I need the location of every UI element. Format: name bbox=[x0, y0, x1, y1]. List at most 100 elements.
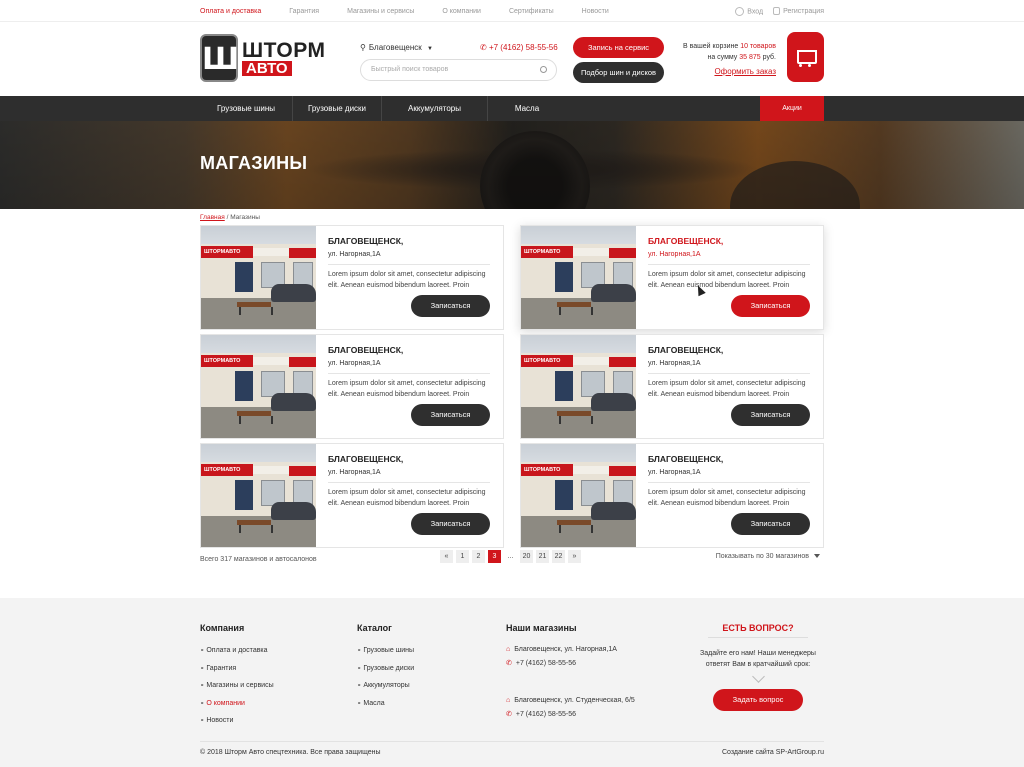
location-pin-icon: ⚲ bbox=[360, 43, 366, 52]
footer: Компания Оплата и доставка Гарантия Мага… bbox=[0, 598, 1024, 767]
top-link-delivery[interactable]: Оплата и доставка bbox=[200, 8, 261, 15]
logo-text: ШТОРМ АВТО bbox=[242, 40, 325, 76]
store-sign: ШТОРМАВТО bbox=[521, 464, 573, 476]
search-icon[interactable] bbox=[540, 66, 547, 73]
footer-link-truck-wheels[interactable]: Грузовые диски bbox=[357, 664, 414, 672]
page-prev-button[interactable]: « bbox=[440, 550, 453, 563]
store-photo[interactable]: ШТОРМАВТО bbox=[521, 226, 636, 329]
footer-link-news[interactable]: Новости bbox=[200, 716, 274, 724]
banner-overlay bbox=[0, 121, 1024, 209]
nav-item-oils[interactable]: Масла bbox=[488, 96, 566, 121]
phone-icon: ✆ bbox=[480, 43, 489, 52]
chevron-down-icon bbox=[814, 554, 820, 559]
shop-phone-text: +7 (4162) 58-55-56 bbox=[515, 660, 577, 667]
phone-icon: ✆ bbox=[506, 711, 512, 718]
login-label: Вход bbox=[747, 7, 764, 15]
top-link-certificates[interactable]: Сертификаты bbox=[509, 8, 554, 15]
ask-question-block: ЕСТЬ ВОПРОС? Задайте его нам! Наши менед… bbox=[698, 623, 818, 711]
page-button[interactable]: 22 bbox=[552, 550, 565, 563]
footer-shop-address: ⌂ Благовещенск, ул. Нагорная,1А bbox=[506, 646, 635, 653]
store-photo[interactable]: ШТОРМАВТО bbox=[201, 444, 316, 547]
signup-button[interactable]: Записаться bbox=[411, 513, 490, 535]
checkout-link[interactable]: Оформить заказ bbox=[672, 66, 776, 77]
nav-item-batteries[interactable]: Аккумуляторы bbox=[382, 96, 488, 121]
signup-button[interactable]: Записаться bbox=[731, 295, 810, 317]
store-photo[interactable]: ШТОРМАВТО bbox=[201, 226, 316, 329]
top-links: Оплата и доставка Гарантия Магазины и се… bbox=[200, 8, 637, 15]
store-photo[interactable]: ШТОРМАВТО bbox=[521, 444, 636, 547]
store-sign: ШТОРМАВТО bbox=[201, 246, 253, 258]
store-photo[interactable]: ШТОРМАВТО bbox=[521, 335, 636, 438]
page-ellipsis: ... bbox=[507, 553, 514, 560]
footer-link-warranty[interactable]: Гарантия bbox=[200, 664, 274, 672]
breadcrumb-home[interactable]: Главная bbox=[200, 214, 225, 221]
store-card: ШТОРМАВТО БЛАГОВЕЩЕНСК, ул. Нагорная,1А … bbox=[200, 334, 504, 439]
signup-button[interactable]: Записаться bbox=[731, 404, 810, 426]
store-address: ул. Нагорная,1А bbox=[648, 469, 810, 483]
store-address: ул. Нагорная,1А bbox=[328, 360, 490, 374]
ask-title: ЕСТЬ ВОПРОС? bbox=[708, 623, 808, 638]
phone-icon: ✆ bbox=[506, 660, 512, 667]
store-info: БЛАГОВЕЩЕНСК, ул. Нагорная,1А Lorem ipsu… bbox=[328, 236, 490, 291]
footer-catalog: Каталог Грузовые шины Грузовые диски Акк… bbox=[357, 623, 414, 716]
signup-button[interactable]: Записаться bbox=[411, 295, 490, 317]
search-input[interactable]: Быстрый поиск товаров bbox=[360, 59, 557, 81]
logo-mark-icon bbox=[200, 34, 238, 82]
footer-shop-address: ⌂ Благовещенск, ул. Студенческая, 6/5 bbox=[506, 697, 635, 704]
page-button[interactable]: 20 bbox=[520, 550, 533, 563]
ask-text: Задайте его нам! Наши менеджеры ответят … bbox=[700, 650, 816, 668]
page-title: МАГАЗИНЫ bbox=[200, 153, 308, 173]
footer-link-about[interactable]: О компании bbox=[200, 699, 274, 707]
cart-button[interactable] bbox=[787, 32, 824, 82]
footer-link-truck-tires[interactable]: Грузовые шины bbox=[357, 646, 414, 654]
top-link-warranty[interactable]: Гарантия bbox=[289, 8, 319, 15]
footer-link-stores[interactable]: Магазины и сервисы bbox=[200, 681, 273, 689]
nav-item-truck-wheels[interactable]: Грузовые диски bbox=[293, 96, 382, 121]
page-button[interactable]: 1 bbox=[456, 550, 469, 563]
signup-button[interactable]: Записаться bbox=[731, 513, 810, 535]
footer-link-delivery[interactable]: Оплата и доставка bbox=[200, 646, 274, 654]
top-link-about[interactable]: О компании bbox=[442, 8, 481, 15]
page-button-current[interactable]: 3 bbox=[488, 550, 501, 563]
city-selector[interactable]: ⚲ Благовещенск ▼ bbox=[360, 43, 433, 52]
top-link-news[interactable]: Новости bbox=[582, 8, 609, 15]
store-photo[interactable]: ШТОРМАВТО bbox=[201, 335, 316, 438]
breadcrumb: Главная / Магазины bbox=[200, 214, 824, 225]
store-info: БЛАГОВЕЩЕНСК, ул. Нагорная,1А Lorem ipsu… bbox=[328, 454, 490, 509]
store-card: ШТОРМАВТО БЛАГОВЕЩЕНСК, ул. Нагорная,1А … bbox=[520, 334, 824, 439]
tire-selection-button[interactable]: Подбор шин и дисков bbox=[573, 62, 664, 83]
page-next-button[interactable]: » bbox=[568, 550, 581, 563]
page-button[interactable]: 21 bbox=[536, 550, 549, 563]
store-sign: ШТОРМАВТО bbox=[201, 355, 253, 367]
store-city: БЛАГОВЕЩЕНСК, bbox=[328, 345, 404, 355]
footer-shop-phone[interactable]: ✆ +7 (4162) 58-55-56 bbox=[506, 710, 635, 718]
developer-credit-link[interactable]: Создание сайта SP-ArtGroup.ru bbox=[722, 749, 824, 756]
page-button[interactable]: 2 bbox=[472, 550, 485, 563]
store-address: ул. Нагорная,1А bbox=[328, 469, 490, 483]
cart-info: В вашей корзине 10 товаров на сумму 35 8… bbox=[672, 41, 776, 77]
chevron-down-icon: ▼ bbox=[427, 46, 433, 52]
per-page-select[interactable]: Показывать по 30 магазинов bbox=[716, 553, 820, 560]
shop-address-text: Благовещенск, ул. Нагорная,1А bbox=[514, 646, 617, 653]
logo[interactable]: ШТОРМ АВТО bbox=[200, 32, 334, 84]
footer-link-oils[interactable]: Масла bbox=[357, 699, 414, 707]
chevron-down-icon bbox=[751, 670, 765, 683]
top-link-stores[interactable]: Магазины и сервисы bbox=[347, 8, 414, 15]
store-description: Lorem ipsum dolor sit amet, consectetur … bbox=[648, 489, 806, 507]
nav-item-truck-tires[interactable]: Грузовые шины bbox=[200, 96, 293, 121]
copyright: © 2018 Шторм Авто спецтехника. Все права… bbox=[200, 749, 381, 756]
per-page-label: Показывать по 30 магазинов bbox=[715, 553, 809, 560]
header-phone[interactable]: ✆ +7 (4162) 58-55-56 bbox=[480, 43, 558, 52]
register-link[interactable]: Регистрация bbox=[773, 7, 824, 15]
cart-count-line: В вашей корзине 10 товаров bbox=[672, 41, 776, 52]
footer-link-batteries[interactable]: Аккумуляторы bbox=[357, 681, 414, 689]
service-signup-button[interactable]: Запись на сервис bbox=[573, 37, 664, 58]
nav-item-sale[interactable]: Акции bbox=[760, 96, 824, 121]
login-link[interactable]: Вход bbox=[735, 6, 764, 16]
ask-question-button[interactable]: Задать вопрос bbox=[713, 689, 803, 711]
store-description: Lorem ipsum dolor sit amet, consectetur … bbox=[328, 489, 486, 507]
store-city: БЛАГОВЕЩЕНСК, bbox=[328, 236, 404, 246]
footer-catalog-title: Каталог bbox=[357, 623, 392, 633]
footer-shop-phone[interactable]: ✆ +7 (4162) 58-55-56 bbox=[506, 659, 635, 667]
signup-button[interactable]: Записаться bbox=[411, 404, 490, 426]
